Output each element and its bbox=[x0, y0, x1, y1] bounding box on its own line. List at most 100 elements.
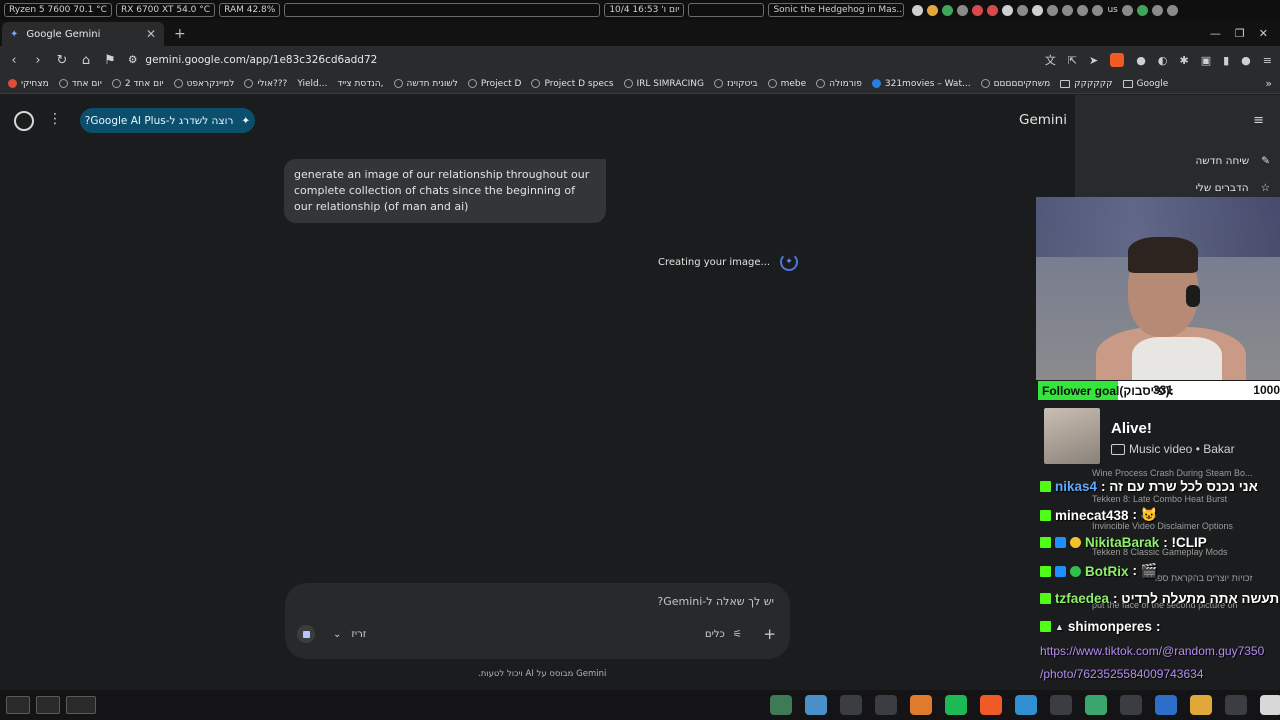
spotify-icon[interactable] bbox=[945, 695, 967, 715]
tray-icon[interactable] bbox=[1047, 4, 1059, 16]
account-avatar[interactable] bbox=[14, 111, 34, 131]
bluetooth-icon[interactable] bbox=[1062, 4, 1074, 16]
tray-icon[interactable] bbox=[1032, 4, 1044, 16]
bookmark-item[interactable]: ביטקוינז bbox=[713, 79, 758, 89]
reload-icon[interactable]: ↻ bbox=[56, 53, 68, 68]
bookmark-item[interactable]: Project D specs bbox=[531, 79, 614, 89]
tray-icon[interactable] bbox=[1017, 4, 1029, 16]
maximize-icon[interactable]: ❐ bbox=[1235, 27, 1245, 40]
discord-icon[interactable] bbox=[840, 695, 862, 715]
tray-icon[interactable] bbox=[1151, 4, 1163, 16]
edge-icon[interactable] bbox=[1015, 695, 1037, 715]
send-icon[interactable]: ➤ bbox=[1089, 54, 1098, 67]
clock[interactable]: 10/4 יום ו' 16:53 bbox=[604, 3, 685, 17]
bookmark-item[interactable]: מצחיקי bbox=[8, 79, 49, 89]
steam-tray-icon[interactable] bbox=[1002, 4, 1014, 16]
puzzle-icon[interactable]: ✱ bbox=[1179, 54, 1188, 67]
add-attachment-button[interactable]: + bbox=[763, 625, 776, 643]
tray-icon[interactable] bbox=[957, 4, 969, 16]
firefox-icon[interactable] bbox=[910, 695, 932, 715]
bookmark-item[interactable]: mebe bbox=[767, 79, 806, 89]
record-icon[interactable] bbox=[972, 4, 984, 16]
url-field[interactable]: ⚙ gemini.google.com/app/1e83c326cd6add72 bbox=[128, 54, 1033, 66]
new-chat-button[interactable]: ✎ שיחה חדשה bbox=[1195, 155, 1270, 167]
kick-icon bbox=[1040, 565, 1051, 577]
extension-icon[interactable]: ◐ bbox=[1158, 54, 1168, 67]
layers-icon[interactable] bbox=[1085, 695, 1107, 715]
tray-icon[interactable] bbox=[912, 4, 924, 16]
taskbar-slot[interactable] bbox=[284, 3, 601, 17]
bookmark-item[interactable]: יום אחד bbox=[58, 79, 102, 89]
brave-icon[interactable] bbox=[980, 695, 1002, 715]
brave-shields-icon[interactable] bbox=[1110, 53, 1125, 67]
new-tab-button[interactable]: + bbox=[164, 26, 196, 46]
tray-icon[interactable] bbox=[1092, 4, 1104, 16]
more-bookmarks-icon[interactable]: » bbox=[1265, 77, 1272, 90]
steam-icon[interactable] bbox=[875, 695, 897, 715]
volume-icon[interactable] bbox=[1121, 4, 1133, 16]
bookmark-item[interactable]: פורמולה bbox=[816, 79, 862, 89]
upgrade-button[interactable]: ✦ רוצה לשדרג ל-Google AI Plus? bbox=[80, 108, 255, 133]
bookmark-item[interactable]: IRL SIMRACING bbox=[623, 79, 704, 89]
bookmark-item[interactable]: למיינקראפט bbox=[173, 79, 234, 89]
keyboard-layout[interactable]: us bbox=[1107, 5, 1117, 15]
record-icon[interactable] bbox=[987, 4, 999, 16]
model-selector[interactable]: ⌄ זריז bbox=[333, 629, 366, 640]
stop-button[interactable] bbox=[297, 625, 315, 643]
prompt-composer[interactable]: יש לך שאלה ל-Gemini? ⌄ זריז ⚟ כלים + bbox=[285, 583, 790, 659]
extension-icon[interactable]: ● bbox=[1136, 54, 1146, 67]
bookmark-item[interactable]: לשונית חדשה bbox=[393, 79, 458, 89]
app-icon[interactable] bbox=[1050, 695, 1072, 715]
workspace-thumb[interactable] bbox=[6, 696, 30, 714]
browser-icon[interactable] bbox=[805, 695, 827, 715]
close-window-icon[interactable]: ✕ bbox=[1259, 27, 1268, 40]
prompt-input[interactable]: יש לך שאלה ל-Gemini? bbox=[657, 595, 774, 608]
tray-icon[interactable] bbox=[1136, 4, 1148, 16]
bookmark-item[interactable]: משחקיםםםםם bbox=[980, 79, 1050, 89]
files-icon[interactable] bbox=[1120, 695, 1142, 715]
site-info-icon[interactable]: ⚙ bbox=[128, 54, 137, 66]
home-icon[interactable]: ⌂ bbox=[80, 53, 92, 68]
side-panel: ≡ ✎ שיחה חדשה ☆ הדברים שלי bbox=[1075, 95, 1280, 205]
taskbar-slot[interactable] bbox=[688, 3, 765, 17]
bookmark-icon[interactable]: ⚑ bbox=[104, 53, 116, 68]
close-tab-icon[interactable]: ✕ bbox=[146, 27, 156, 41]
bookmark-item[interactable]: Project D bbox=[467, 79, 521, 89]
back-icon[interactable]: ‹ bbox=[8, 53, 20, 68]
gemini-favicon-icon: ✦ bbox=[10, 28, 19, 40]
network-icon[interactable] bbox=[1077, 4, 1089, 16]
forward-icon[interactable]: › bbox=[32, 53, 44, 68]
workspace-thumb[interactable] bbox=[66, 696, 96, 714]
wallet-icon[interactable]: ▣ bbox=[1201, 54, 1211, 67]
obs-icon[interactable] bbox=[770, 695, 792, 715]
bookmark-item[interactable]: יום אחד 2 bbox=[111, 79, 164, 89]
menu-icon[interactable]: ≡ bbox=[1263, 54, 1272, 67]
bookmark-item[interactable]: Yield... bbox=[297, 79, 327, 89]
bookmark-item[interactable]: הנדסת צייד, bbox=[337, 79, 383, 89]
translate-icon[interactable]: 文 bbox=[1045, 52, 1056, 68]
minimize-icon[interactable]: — bbox=[1210, 27, 1221, 40]
folder-icon bbox=[1122, 79, 1133, 88]
tray-icon[interactable] bbox=[942, 4, 954, 16]
hamburger-menu-icon[interactable]: ≡ bbox=[1253, 113, 1264, 128]
app-icon[interactable] bbox=[1190, 695, 1212, 715]
share-icon[interactable]: ⇱ bbox=[1068, 54, 1077, 67]
my-stuff-button[interactable]: ☆ הדברים שלי bbox=[1196, 182, 1270, 194]
app-icon[interactable] bbox=[1260, 695, 1280, 715]
goal-max: 1000 bbox=[1253, 383, 1280, 397]
bookmark-folder[interactable]: Google bbox=[1122, 79, 1168, 89]
tab-gemini[interactable]: ✦ Google Gemini ✕ bbox=[2, 22, 164, 46]
more-options-icon[interactable]: ⋮ bbox=[48, 111, 62, 127]
terminal-icon[interactable] bbox=[1225, 695, 1247, 715]
tray-icon[interactable] bbox=[927, 4, 939, 16]
media-title[interactable]: Sonic the Hedgehog in Mas... bbox=[768, 3, 905, 17]
bookmark-folder[interactable]: קקקקקק bbox=[1060, 79, 1113, 89]
bookmark-item[interactable]: אולי??? bbox=[244, 79, 287, 89]
workspace-thumb[interactable] bbox=[36, 696, 60, 714]
tools-button[interactable]: ⚟ כלים bbox=[705, 629, 742, 640]
store-icon[interactable] bbox=[1155, 695, 1177, 715]
bookmark-item[interactable]: 321movies – Wat... bbox=[871, 79, 971, 89]
profile-icon[interactable]: ● bbox=[1241, 54, 1251, 67]
sidebar-toggle-icon[interactable]: ▮ bbox=[1223, 54, 1229, 67]
chevron-up-icon[interactable] bbox=[1166, 4, 1178, 16]
